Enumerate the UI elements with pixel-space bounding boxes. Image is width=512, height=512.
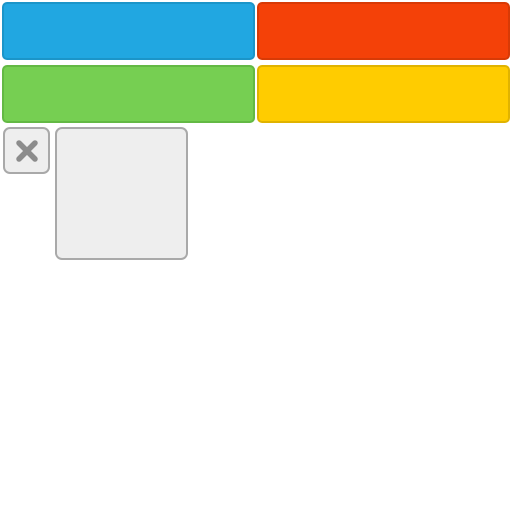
close-icon: [15, 139, 38, 162]
color-picker-panel: [0, 0, 512, 512]
color-button-yellow[interactable]: [257, 65, 510, 123]
close-button[interactable]: [3, 127, 50, 174]
color-button-red[interactable]: [257, 2, 510, 60]
color-preview-box: [55, 127, 188, 260]
color-button-green[interactable]: [2, 65, 255, 123]
color-button-blue[interactable]: [2, 2, 255, 60]
